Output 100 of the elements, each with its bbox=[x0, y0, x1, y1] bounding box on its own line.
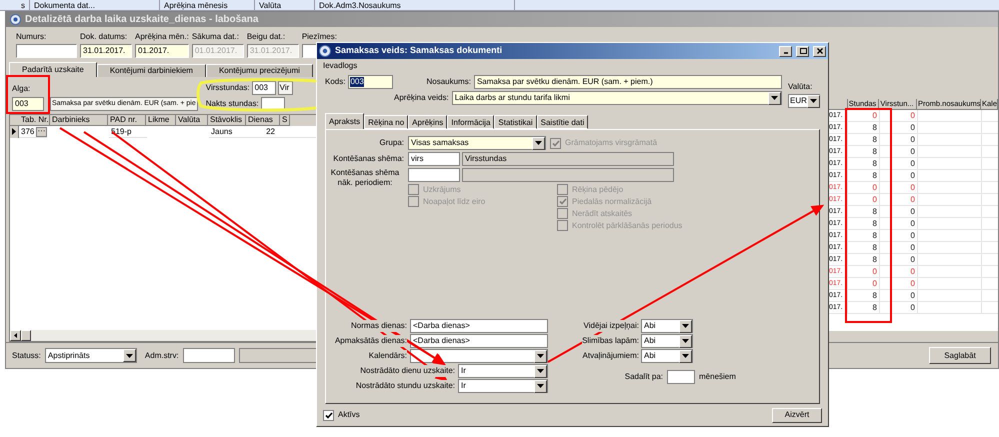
menu-item[interactable]: Ievadlogs bbox=[321, 60, 360, 72]
close-button[interactable]: Aizvērt bbox=[772, 408, 822, 422]
dropdown-button[interactable] bbox=[768, 92, 781, 104]
input-field[interactable]: 01.2017. bbox=[135, 44, 189, 58]
dropdown[interactable] bbox=[410, 349, 548, 363]
table-cell: 0 bbox=[880, 218, 918, 229]
table-cell: 0 bbox=[880, 230, 918, 241]
dropdown-button[interactable] bbox=[679, 320, 692, 332]
input-field[interactable] bbox=[16, 44, 77, 58]
dropdown-button[interactable] bbox=[679, 334, 692, 348]
horizontal-scrollbar[interactable] bbox=[10, 330, 316, 341]
tab[interactable]: Apraksts bbox=[325, 113, 364, 129]
save-button[interactable]: Saglabāt bbox=[929, 347, 991, 364]
dropdown[interactable]: Abi bbox=[641, 349, 693, 363]
column-header: Stāvoklis bbox=[208, 115, 246, 126]
status-dropdown[interactable]: Apstiprināts bbox=[44, 348, 137, 363]
caret-down-icon bbox=[682, 324, 689, 328]
table-cell: 0 bbox=[848, 110, 880, 121]
dropdown[interactable]: Ir bbox=[458, 364, 548, 378]
dropdown-button[interactable] bbox=[122, 349, 136, 362]
checkbox[interactable] bbox=[557, 184, 568, 195]
field-label: Nosaukums: bbox=[426, 76, 471, 88]
dropdown-button[interactable] bbox=[534, 350, 547, 362]
table-cell: 0 bbox=[880, 110, 918, 121]
input-field[interactable] bbox=[667, 370, 695, 384]
input-field[interactable]: 003 bbox=[348, 75, 394, 89]
check-icon bbox=[558, 198, 566, 205]
ellipsis-button[interactable]: ··· bbox=[36, 126, 47, 136]
input-field[interactable]: <Darba dienas> bbox=[410, 319, 548, 333]
arrow-left-icon bbox=[14, 333, 17, 338]
tab[interactable]: Kontējumi darbiniekiem bbox=[96, 64, 206, 77]
tab[interactable]: Kontējumu precizējumi bbox=[206, 64, 313, 77]
table-cell: 8 bbox=[848, 302, 880, 313]
input-field[interactable] bbox=[182, 348, 235, 363]
field-label: Nostrādāto dienu uzskaite: bbox=[360, 365, 455, 377]
field-label: Piezīmes: bbox=[302, 31, 338, 42]
input-field[interactable]: 31.01.2017. bbox=[80, 44, 132, 58]
row-pointer-icon bbox=[12, 128, 16, 135]
table-cell: 0 bbox=[848, 278, 880, 289]
window-close-button[interactable] bbox=[813, 46, 826, 56]
checkbox[interactable] bbox=[557, 220, 568, 231]
dropdown-button[interactable] bbox=[534, 364, 547, 378]
group-dropdown[interactable]: Visas samaksas bbox=[408, 136, 546, 150]
checkbox[interactable] bbox=[408, 196, 419, 207]
tab[interactable]: Aprēķins bbox=[408, 115, 448, 129]
dropdown-button[interactable] bbox=[679, 350, 692, 362]
table-cell: 8 bbox=[848, 254, 880, 265]
maximize-icon bbox=[798, 47, 806, 55]
table-cell: 0 bbox=[880, 158, 918, 169]
scroll-left-button[interactable] bbox=[10, 330, 21, 341]
caret-down-icon bbox=[682, 354, 689, 358]
tab[interactable]: Saistītie dati bbox=[536, 115, 588, 129]
field-label: Valūta: bbox=[788, 81, 814, 93]
tab[interactable]: Statistikai bbox=[494, 115, 537, 129]
input-field[interactable]: 003 bbox=[12, 97, 44, 111]
dropdown-button[interactable] bbox=[534, 380, 547, 392]
table-cell-text: Jauns bbox=[210, 126, 234, 138]
table-cell: 0 bbox=[880, 254, 918, 265]
checkbox[interactable] bbox=[408, 184, 419, 195]
checkbox[interactable] bbox=[557, 208, 568, 219]
caret-down-icon bbox=[771, 96, 778, 100]
tab[interactable]: Rēķina no bbox=[364, 115, 408, 129]
scrollbar-thumb[interactable] bbox=[21, 330, 31, 341]
checkbox[interactable] bbox=[557, 196, 568, 207]
highlight-rectangle bbox=[6, 75, 50, 114]
table-cell: 8 bbox=[848, 158, 880, 169]
field-label: Atvaļinājumiem: bbox=[582, 350, 639, 362]
checkbox[interactable] bbox=[323, 410, 334, 420]
input-field[interactable]: Samaksa par svētku dienām. EUR (sam. + piem.) bbox=[474, 75, 782, 89]
dropdown[interactable]: Abi bbox=[641, 334, 693, 348]
tab[interactable]: Padarītā uzskaite bbox=[9, 62, 97, 77]
caret-down-icon bbox=[682, 339, 689, 343]
field-label: Grupa: bbox=[378, 137, 404, 149]
dropdown[interactable]: Abi bbox=[641, 319, 693, 333]
table-cell: 8 bbox=[848, 230, 880, 241]
column-header: Dienas bbox=[246, 115, 280, 126]
aprekina-veids-dropdown[interactable]: Laika darbs ar stundu tarifa likmi bbox=[452, 91, 782, 105]
checkbox[interactable] bbox=[550, 138, 561, 148]
table-cell: 0 bbox=[880, 170, 918, 181]
input-field[interactable]: virs bbox=[408, 152, 460, 166]
minimize-button[interactable] bbox=[779, 46, 792, 56]
tab[interactable]: Informācija bbox=[447, 115, 494, 129]
table-cell-text: 376 bbox=[20, 126, 36, 138]
window-title: Detalizētā darba laika uzskaite_dienas - labošana bbox=[25, 13, 258, 27]
field-label: Adm.strv: bbox=[144, 350, 179, 362]
field-label: Dok. datums: bbox=[80, 31, 128, 42]
input-field[interactable] bbox=[408, 168, 460, 182]
caret-down-icon bbox=[535, 141, 542, 145]
input-field[interactable]: 003 bbox=[252, 81, 276, 95]
window-title: Samaksas veids: Samaksas dokumenti bbox=[335, 44, 502, 58]
checkbox-label: Kontrolēt pārklāšanās periodus bbox=[572, 220, 682, 232]
dropdown[interactable]: Ir bbox=[458, 379, 548, 393]
currency-dropdown[interactable]: EUR bbox=[788, 94, 820, 108]
check-icon bbox=[552, 140, 560, 146]
dropdown-button[interactable] bbox=[532, 136, 545, 150]
maximize-button[interactable] bbox=[796, 46, 809, 56]
dropdown-button[interactable] bbox=[806, 94, 820, 108]
field-label: Apmaksātās dienas: bbox=[334, 335, 407, 347]
table-cell: 0 bbox=[880, 278, 918, 289]
input-field[interactable]: <Darba dienas> bbox=[410, 334, 548, 348]
